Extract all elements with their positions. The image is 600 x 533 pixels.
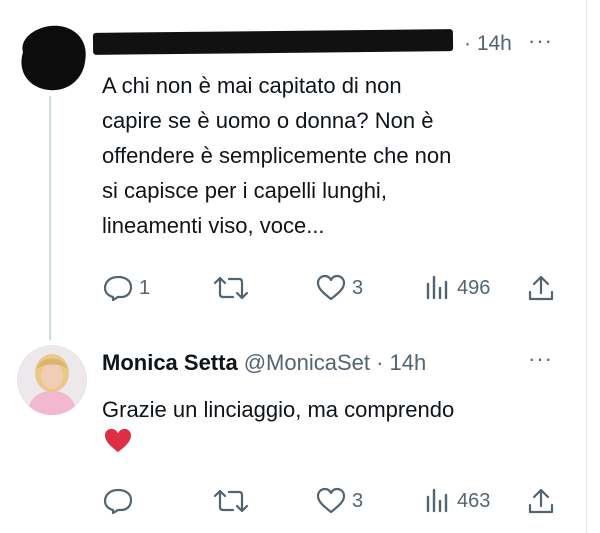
- retweet-button[interactable]: [213, 272, 255, 304]
- heart-icon: [316, 487, 346, 514]
- redacted-avatar[interactable]: [11, 22, 91, 94]
- tweet-text: A chi non è mai capitato di non capire s…: [102, 73, 452, 238]
- heart-icon: [316, 274, 346, 301]
- share-icon: [528, 488, 554, 514]
- retweet-icon: [213, 276, 249, 300]
- share-button[interactable]: [527, 485, 555, 517]
- share-icon: [528, 275, 554, 301]
- like-button[interactable]: 3: [316, 272, 363, 304]
- profile-photo: [17, 345, 87, 415]
- views-count: 496: [457, 276, 491, 299]
- reply-count: 1: [139, 276, 151, 299]
- thread-connector-line: [49, 96, 51, 340]
- author-handle[interactable]: @MonicaSet · 14h: [244, 350, 427, 375]
- more-options-icon[interactable]: ···: [528, 28, 553, 54]
- reply-icon: [103, 275, 133, 302]
- tweet-actions: 3 463: [103, 485, 563, 519]
- tweet-actions: 1 3 496: [103, 272, 563, 306]
- like-button[interactable]: 3: [316, 485, 363, 517]
- tweet-timestamp[interactable]: · 14h: [464, 32, 512, 56]
- reply-button[interactable]: 1: [103, 272, 150, 304]
- avatar[interactable]: [17, 345, 87, 415]
- views-button[interactable]: 496: [425, 272, 490, 304]
- retweet-icon: [213, 489, 249, 513]
- views-icon: [426, 488, 448, 513]
- views-button[interactable]: 463: [425, 485, 490, 517]
- redacted-username[interactable]: [92, 29, 454, 55]
- like-count: 3: [352, 489, 364, 512]
- tweet-author: Monica Setta @MonicaSet · 14h: [102, 350, 426, 382]
- like-count: 3: [352, 276, 364, 299]
- reply-button[interactable]: [103, 485, 139, 517]
- author-name[interactable]: Monica Setta: [102, 350, 238, 375]
- retweet-button[interactable]: [213, 485, 255, 517]
- red-heart-emoji: [105, 428, 131, 453]
- tweet-text: Grazie un linciaggio, ma comprendo: [102, 397, 455, 422]
- tweet-thread: · 14h ··· A chi non è mai capitato di no…: [0, 0, 587, 533]
- views-count: 463: [457, 489, 491, 512]
- views-icon: [426, 275, 448, 300]
- reply-icon: [103, 488, 133, 515]
- share-button[interactable]: [527, 272, 555, 304]
- more-options-icon[interactable]: ···: [528, 346, 553, 372]
